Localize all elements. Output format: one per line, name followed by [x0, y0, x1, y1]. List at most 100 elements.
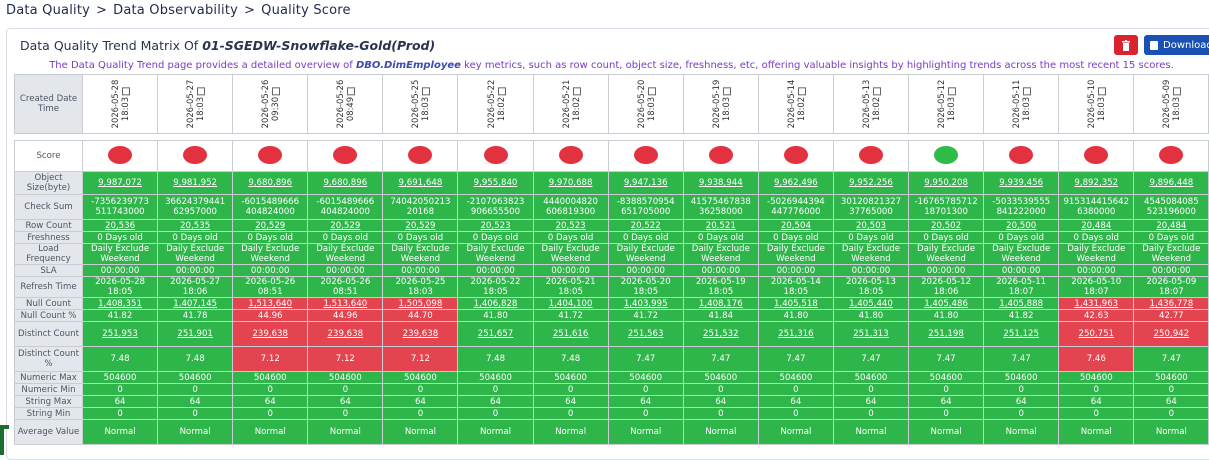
object-size-cell[interactable]: 9,970,688	[532, 171, 609, 195]
row-count-cell[interactable]: 20,529	[232, 219, 309, 232]
distinct-count-cell[interactable]: 251,313	[832, 321, 910, 347]
row-count-cell[interactable]: 20,484	[1133, 219, 1209, 232]
score-status-dot[interactable]	[408, 145, 433, 164]
null-count-cell[interactable]: 1,405,518	[757, 297, 834, 310]
select-checkbox[interactable]	[722, 86, 731, 95]
row-count-cell[interactable]: 20,529	[382, 219, 459, 232]
score-cell	[832, 140, 910, 172]
row-count-cell[interactable]: 20,484	[1058, 219, 1135, 232]
load-frequency-line: Weekend	[701, 254, 741, 264]
null-count-cell[interactable]: 1,403,995	[607, 297, 684, 310]
distinct-count-cell[interactable]: 251,953	[81, 321, 159, 347]
row-count-cell[interactable]: 20,502	[908, 219, 985, 232]
object-size-cell[interactable]: 9,939,456	[983, 171, 1060, 195]
null-count-cell[interactable]: 1,408,176	[682, 297, 759, 310]
breadcrumb-item-data-quality[interactable]: Data Quality	[6, 3, 90, 18]
select-checkbox[interactable]	[572, 86, 581, 95]
object-size-cell[interactable]: 9,962,496	[757, 171, 834, 195]
distinct-count-cell[interactable]: 250,751	[1058, 321, 1135, 347]
select-checkbox[interactable]	[196, 86, 205, 95]
object-size-cell[interactable]: 9,680,896	[232, 171, 309, 195]
row-count-cell[interactable]: 20,503	[832, 219, 910, 232]
score-status-dot[interactable]	[333, 145, 358, 164]
row-count-cell[interactable]: 20,536	[81, 219, 159, 232]
select-checkbox[interactable]	[1022, 86, 1031, 95]
breadcrumb-item-data-observability[interactable]: Data Observability	[113, 3, 238, 18]
null-count-cell[interactable]: 1,405,486	[908, 297, 985, 310]
object-size-cell[interactable]: 9,938,944	[682, 171, 759, 195]
null-count-cell[interactable]: 1,404,100	[532, 297, 609, 310]
score-cell	[682, 140, 759, 172]
null-count-cell[interactable]: 1,431,963	[1058, 297, 1135, 310]
download-button[interactable]: Download	[1144, 35, 1209, 55]
score-status-dot[interactable]	[858, 145, 883, 164]
object-size-cell[interactable]: 9,981,952	[157, 171, 234, 195]
distinct-count-cell[interactable]: 251,125	[983, 321, 1060, 347]
object-size-cell[interactable]: 9,892,352	[1058, 171, 1135, 195]
score-status-dot[interactable]	[633, 145, 658, 164]
null-count-cell[interactable]: 1,407,145	[157, 297, 234, 310]
score-status-dot[interactable]	[1159, 145, 1184, 164]
distinct-count-cell[interactable]: 239,638	[232, 321, 309, 347]
select-checkbox[interactable]	[497, 86, 506, 95]
object-size-cell[interactable]: 9,947,136	[607, 171, 684, 195]
distinct-count-cell[interactable]: 239,638	[382, 321, 459, 347]
score-status-dot[interactable]	[708, 145, 733, 164]
null-count-cell[interactable]: 1,405,888	[983, 297, 1060, 310]
select-checkbox[interactable]	[947, 86, 956, 95]
row-count-cell[interactable]: 20,523	[457, 219, 534, 232]
object-size-cell[interactable]: 9,987,072	[81, 171, 159, 195]
null-count-cell[interactable]: 1,513,640	[307, 297, 384, 310]
score-status-dot[interactable]	[783, 145, 808, 164]
select-checkbox[interactable]	[647, 86, 656, 95]
select-checkbox[interactable]	[872, 86, 881, 95]
null-count-cell[interactable]: 1,406,828	[457, 297, 534, 310]
distinct-count-cell[interactable]: 239,638	[307, 321, 384, 347]
score-status-dot[interactable]	[934, 145, 959, 164]
score-status-dot[interactable]	[183, 145, 208, 164]
select-checkbox[interactable]	[271, 86, 280, 95]
distinct-count-cell[interactable]: 251,901	[157, 321, 234, 347]
object-size-cell[interactable]: 9,896,448	[1133, 171, 1209, 195]
row-count-cell[interactable]: 20,529	[307, 219, 384, 232]
score-status-dot[interactable]	[558, 145, 583, 164]
object-size-cell[interactable]: 9,691,648	[382, 171, 459, 195]
null-count-cell[interactable]: 1,505,098	[382, 297, 459, 310]
object-size-cell[interactable]: 9,955,840	[457, 171, 534, 195]
row-count-cell[interactable]: 20,522	[607, 219, 684, 232]
null-count-cell[interactable]: 1,513,640	[232, 297, 309, 310]
null-count-cell[interactable]: 1,405,440	[832, 297, 910, 310]
select-checkbox[interactable]	[1097, 86, 1106, 95]
select-checkbox[interactable]	[421, 86, 430, 95]
select-checkbox[interactable]	[121, 86, 130, 95]
select-checkbox[interactable]	[797, 86, 806, 95]
object-size-cell[interactable]: 9,680,896	[307, 171, 384, 195]
checksum-cell: 30120821327 37765000	[832, 194, 910, 220]
object-size-cell[interactable]: 9,952,256	[832, 171, 910, 195]
distinct-count-cell[interactable]: 251,616	[532, 321, 609, 347]
row-count-cell[interactable]: 20,521	[682, 219, 759, 232]
null-count-cell[interactable]: 1,436,778	[1133, 297, 1209, 310]
score-status-dot[interactable]	[258, 145, 283, 164]
distinct-count-cell[interactable]: 251,563	[607, 321, 684, 347]
delete-button[interactable]	[1114, 35, 1138, 55]
distinct-count-cell[interactable]: 251,657	[457, 321, 534, 347]
row-count-cell[interactable]: 20,504	[757, 219, 834, 232]
score-status-dot[interactable]	[483, 145, 508, 164]
distinct-count-cell[interactable]: 251,316	[757, 321, 834, 347]
row-count-cell[interactable]: 20,535	[157, 219, 234, 232]
score-status-dot[interactable]	[108, 145, 133, 164]
distinct-count-cell[interactable]: 251,532	[682, 321, 759, 347]
distinct-count-cell[interactable]: 250,942	[1133, 321, 1209, 347]
select-checkbox[interactable]	[1172, 86, 1181, 95]
object-size-cell[interactable]: 9,950,208	[908, 171, 985, 195]
score-status-dot[interactable]	[1009, 145, 1034, 164]
row-count-cell[interactable]: 20,500	[983, 219, 1060, 232]
load-frequency-cell: Daily Exclude Weekend	[307, 243, 384, 265]
select-checkbox[interactable]	[346, 86, 355, 95]
distinct-count-cell[interactable]: 251,198	[908, 321, 985, 347]
null-count-cell[interactable]: 1,408,351	[81, 297, 159, 310]
row-count-cell[interactable]: 20,523	[532, 219, 609, 232]
score-status-dot[interactable]	[1084, 145, 1109, 164]
sla-cell: 00:00:00	[682, 264, 759, 277]
